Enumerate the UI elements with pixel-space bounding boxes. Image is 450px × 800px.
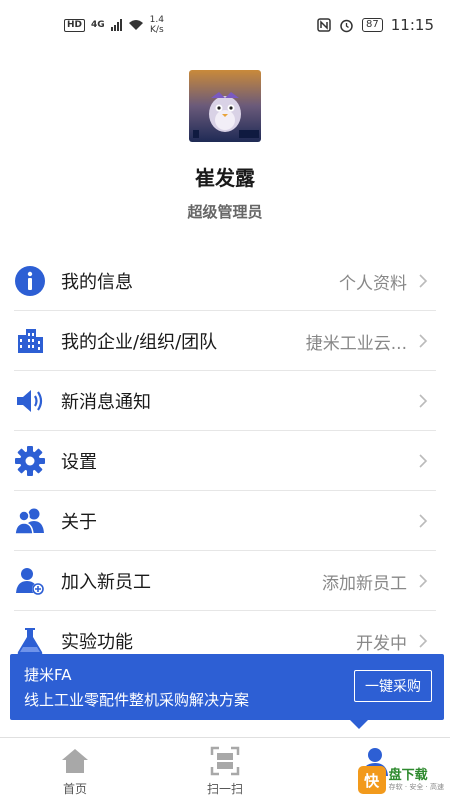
battery-icon: 87 xyxy=(362,18,383,32)
wifi-icon xyxy=(128,20,143,30)
menu-item-about[interactable]: 关于 xyxy=(0,491,450,551)
menu-value: 个人资料 xyxy=(339,273,407,294)
menu-label: 我的企业/组织/团队 xyxy=(61,332,218,353)
tab-label: 扫一扫 xyxy=(206,782,243,796)
user-name: 崔发露 xyxy=(195,166,255,190)
chevron-right-icon xyxy=(419,334,428,348)
signal-icon xyxy=(110,19,122,31)
home-icon xyxy=(62,749,88,773)
status-bar: HD 4G 1.4 K/s 87 11:15 xyxy=(0,0,450,50)
watermark-title: 盘下载 xyxy=(388,768,428,783)
menu-value: 添加新员工 xyxy=(322,573,407,594)
building-icon xyxy=(14,325,46,357)
chevron-right-icon xyxy=(419,574,428,588)
speed-unit: K/s xyxy=(150,25,164,35)
alarm-icon xyxy=(340,19,353,32)
purchase-button[interactable]: 一键采购 xyxy=(354,670,432,702)
menu-label: 实验功能 xyxy=(61,632,133,653)
menu-label: 新消息通知 xyxy=(61,392,151,413)
flask-icon xyxy=(14,625,46,657)
nfc-icon xyxy=(317,18,331,32)
speaker-icon xyxy=(14,385,46,417)
gear-icon xyxy=(14,445,46,477)
add-user-icon xyxy=(14,565,46,597)
menu-label: 关于 xyxy=(61,512,97,533)
speed-value: 1.4 xyxy=(149,15,164,25)
menu-item-notifications[interactable]: 新消息通知 xyxy=(0,371,450,431)
menu-item-settings[interactable]: 设置 xyxy=(0,431,450,491)
menu-item-my-info[interactable]: 我的信息 个人资料 xyxy=(0,251,450,311)
watermark-logo: 快 盘下载 存软 · 安全 · 高速 xyxy=(357,766,444,794)
hd-indicator: HD xyxy=(64,18,86,32)
users-icon xyxy=(14,505,46,537)
settings-menu: 我的信息 个人资料 我的企业/组织/团队 捷米工业云... 新消息通知 设置 关… xyxy=(0,251,450,671)
profile-header: 崔发露 超级管理员 xyxy=(0,70,450,222)
chevron-right-icon xyxy=(419,274,428,288)
avatar[interactable] xyxy=(189,70,261,142)
tab-scan[interactable]: 扫一扫 xyxy=(150,738,300,800)
chevron-right-icon xyxy=(419,394,428,408)
menu-item-organization[interactable]: 我的企业/组织/团队 捷米工业云... xyxy=(0,311,450,371)
chevron-right-icon xyxy=(419,514,428,528)
promo-banner[interactable]: 捷米FA 线上工业零配件整机采购解决方案 一键采购 xyxy=(10,654,444,729)
watermark-subtitle: 存软 · 安全 · 高速 xyxy=(388,783,444,791)
menu-label: 设置 xyxy=(61,452,97,473)
menu-value: 捷米工业云... xyxy=(305,333,407,354)
chevron-right-icon xyxy=(419,634,428,648)
menu-value: 开发中 xyxy=(356,633,407,654)
info-icon xyxy=(14,265,46,297)
menu-label: 我的信息 xyxy=(61,272,133,293)
network-type: 4G xyxy=(91,20,105,30)
menu-label: 加入新员工 xyxy=(61,572,151,593)
chevron-right-icon xyxy=(419,454,428,468)
clock: 11:15 xyxy=(390,16,434,34)
menu-item-add-employee[interactable]: 加入新员工 添加新员工 xyxy=(0,551,450,611)
watermark-badge: 快 xyxy=(357,766,386,794)
tab-label: 首页 xyxy=(62,782,87,796)
network-speed: 1.4 K/s xyxy=(150,15,164,35)
watermark-text: 盘下载 存软 · 安全 · 高速 xyxy=(389,769,444,791)
tab-home[interactable]: 首页 xyxy=(0,738,150,800)
scan-icon xyxy=(210,746,240,776)
user-role: 超级管理员 xyxy=(187,203,263,221)
banner-pointer xyxy=(350,720,368,729)
